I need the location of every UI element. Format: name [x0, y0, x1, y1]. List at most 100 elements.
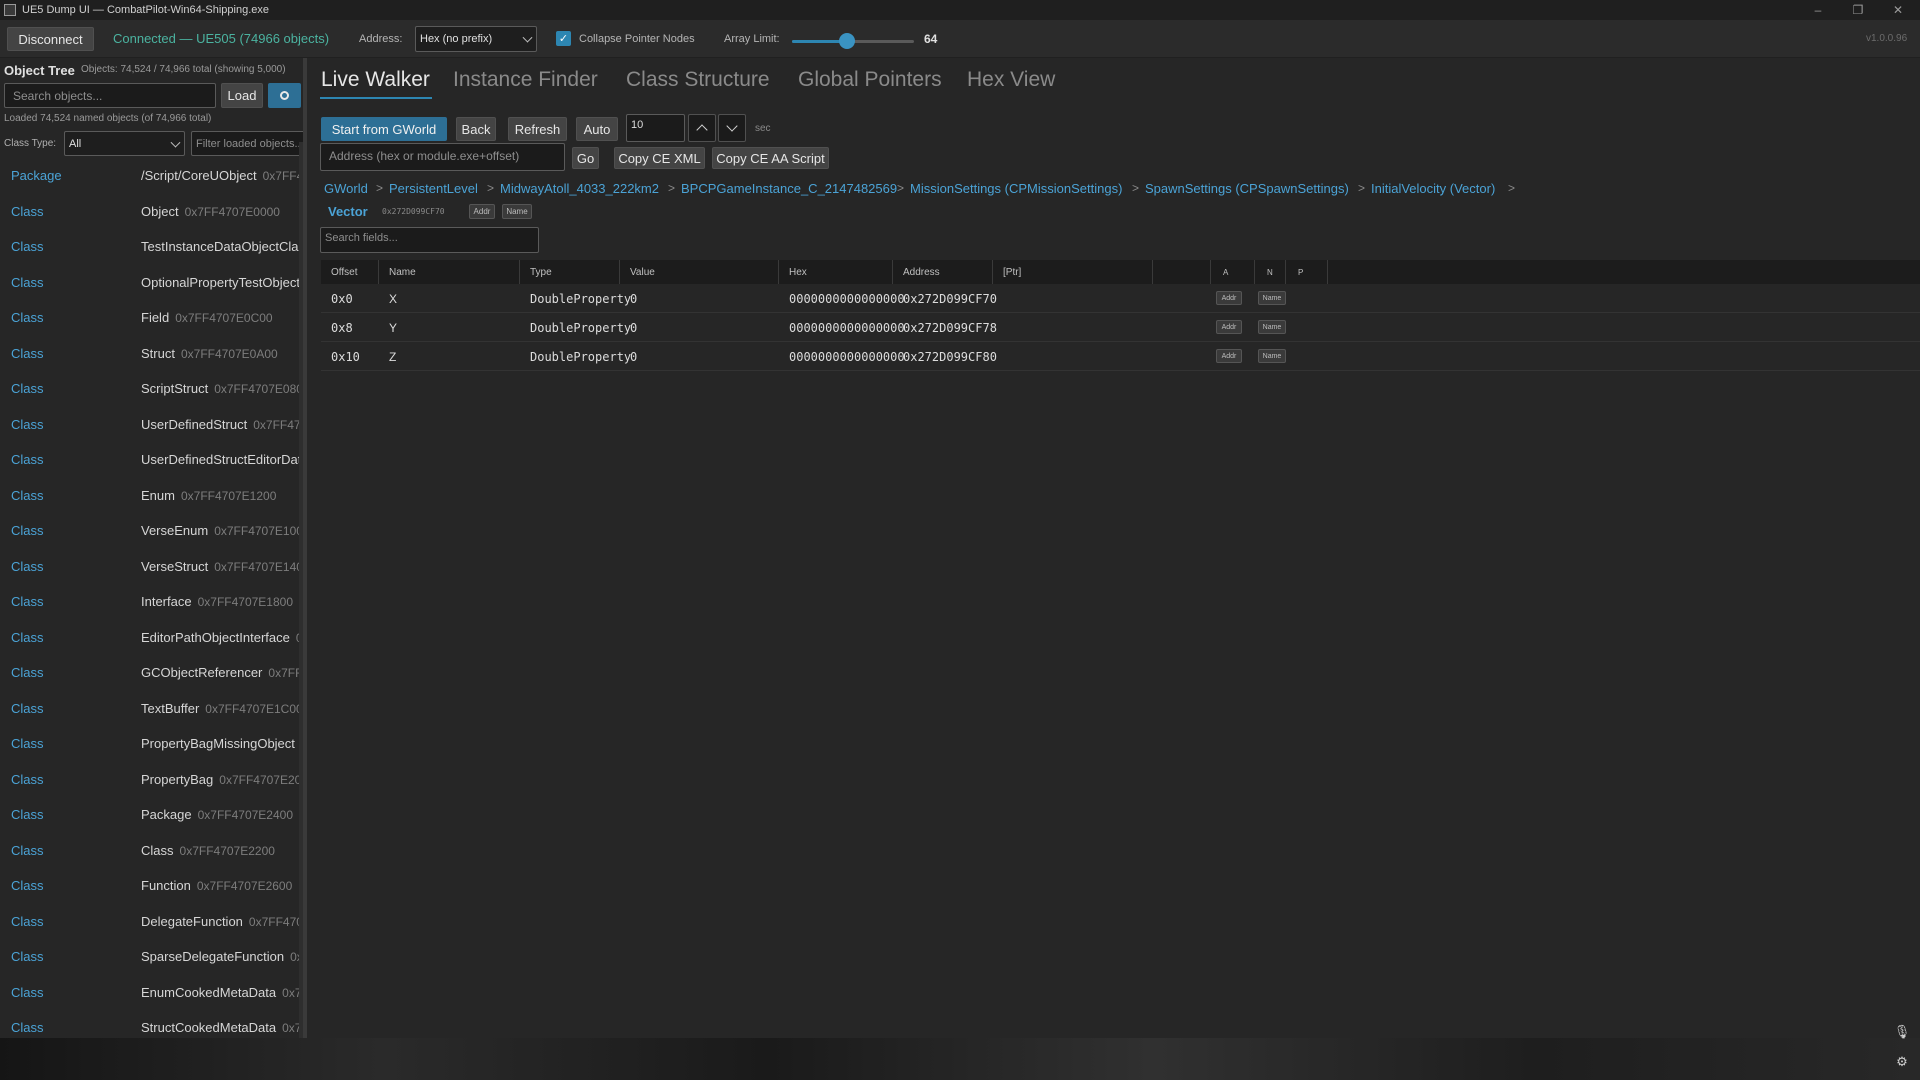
load-button[interactable]: Load	[221, 83, 263, 108]
back-button[interactable]: Back	[456, 117, 496, 141]
tree-row-name: VerseEnum 0x7FF4707E1000	[141, 523, 303, 538]
breadcrumb-item[interactable]: MissionSettings (CPMissionSettings)	[910, 181, 1122, 196]
microphone-icon[interactable]: 🎙	[1894, 1024, 1911, 1040]
table-row[interactable]: 0x10 Z DoubleProperty 0 0000000000000000 0x27…	[321, 342, 1920, 371]
tree-row-name: EnumCookedMetaData 0x7	[141, 985, 302, 1000]
tab-global-pointers[interactable]: Global Pointers	[798, 68, 942, 92]
tree-row[interactable]: Class SparseDelegateFunction 0x	[0, 939, 303, 974]
address-input[interactable]: Address (hex or module.exe+offset)	[320, 143, 565, 171]
column-header[interactable]: Address	[893, 260, 993, 284]
column-header[interactable]: A	[1211, 260, 1255, 284]
column-header[interactable]: Hex	[779, 260, 893, 284]
tree-row[interactable]: Class GCObjectReferencer 0x7FF4	[0, 655, 303, 690]
maximize-icon[interactable]: ❐	[1838, 0, 1878, 20]
tree-row[interactable]: Class TextBuffer 0x7FF4707E1C00	[0, 691, 303, 726]
column-header[interactable]: Value	[620, 260, 779, 284]
tree-row[interactable]: Class TestInstanceDataObjectClass	[0, 229, 303, 264]
tree-row[interactable]: Class EnumCookedMetaData 0x7	[0, 975, 303, 1010]
copy-ce-aa-script-button[interactable]: Copy CE AA Script	[712, 147, 829, 169]
tree-row[interactable]: Class Function 0x7FF4707E2600	[0, 868, 303, 903]
tree-row[interactable]: Class EditorPathObjectInterface0	[0, 620, 303, 655]
tree-row[interactable]: Class OptionalPropertyTestObject	[0, 265, 303, 300]
tab-instance-finder[interactable]: Instance Finder	[453, 68, 598, 92]
disconnect-button[interactable]: Disconnect	[7, 27, 94, 51]
tree-row[interactable]: Class StructCookedMetaData 0x7	[0, 1010, 303, 1038]
refresh-button[interactable]: Refresh	[508, 117, 567, 141]
tree-row-address: 0x7FF4707E0C00	[175, 311, 273, 325]
close-icon[interactable]: ✕	[1878, 0, 1918, 20]
row-name-button[interactable]: Name	[1258, 349, 1286, 363]
breadcrumb-item[interactable]: PersistentLevel	[389, 181, 478, 196]
auto-button[interactable]: Auto	[576, 117, 618, 141]
breadcrumb-separator: >	[1508, 181, 1516, 195]
tree-row-name-text: StructCookedMetaData	[141, 1020, 277, 1035]
tree-row[interactable]: Class UserDefinedStructEditorData	[0, 442, 303, 477]
tab-live-walker[interactable]: Live Walker	[321, 68, 430, 92]
column-header[interactable]: Offset	[321, 260, 379, 284]
tree-row[interactable]: Class PropertyBagMissingObject	[0, 726, 303, 761]
breadcrumb-item[interactable]: InitialVelocity (Vector)	[1371, 181, 1495, 196]
tab-class-structure[interactable]: Class Structure	[626, 68, 770, 92]
column-header[interactable]	[1153, 260, 1211, 284]
tree-row[interactable]: Class Field 0x7FF4707E0C00	[0, 300, 303, 335]
tree-row-address: 0x7FF4707E1800	[197, 595, 293, 609]
row-addr-button[interactable]: Addr	[1216, 349, 1242, 363]
search-fields-input[interactable]: Search fields...	[320, 227, 539, 253]
tree-row[interactable]: Class ScriptStruct 0x7FF4707E0800	[0, 371, 303, 406]
tree-row[interactable]: Class Struct 0x7FF4707E0A00	[0, 336, 303, 371]
cell-offset: 0x8	[331, 320, 353, 335]
tree-row[interactable]: Class Package 0x7FF4707E2400	[0, 797, 303, 832]
table-row[interactable]: 0x8 Y DoubleProperty 0 0000000000000000 0x272…	[321, 313, 1920, 342]
tree-row-name-text: VerseEnum	[141, 523, 209, 538]
breadcrumb-item[interactable]: MidwayAtoll_4033_222km2	[500, 181, 659, 196]
tree-row[interactable]: Class DelegateFunction 0x7FF470	[0, 904, 303, 939]
column-header[interactable]: [Ptr]	[993, 260, 1153, 284]
interval-decrement-button[interactable]	[718, 114, 746, 142]
column-header[interactable]: N	[1255, 260, 1286, 284]
row-addr-button[interactable]: Addr	[1216, 320, 1242, 334]
tree-row[interactable]: Package/Script/CoreUObject 0x7FF4	[0, 158, 303, 193]
tree-scrollbar[interactable]	[299, 142, 303, 1038]
breadcrumb-item[interactable]: SpawnSettings (CPSpawnSettings)	[1145, 181, 1349, 196]
interval-input[interactable]: 10	[626, 114, 685, 142]
breadcrumb-item[interactable]: BPCPGameInstance_C_2147482569	[681, 181, 897, 196]
object-addr-button[interactable]: Addr	[469, 204, 495, 219]
tree-row[interactable]: Class Interface 0x7FF4707E1800	[0, 584, 303, 619]
class-type-select[interactable]: All	[64, 131, 185, 156]
tree-row[interactable]: Class VerseEnum 0x7FF4707E1000	[0, 513, 303, 548]
cell-value: 0	[630, 320, 638, 335]
column-header[interactable]: Type	[520, 260, 620, 284]
search-objects-input[interactable]: Search objects...	[4, 83, 216, 108]
column-header[interactable]: Name	[379, 260, 520, 284]
minimize-icon[interactable]: –	[1798, 0, 1838, 20]
filter-loaded-input[interactable]: Filter loaded objects...	[191, 131, 303, 156]
tree-row[interactable]: Class Object 0x7FF4707E0000	[0, 194, 303, 229]
tree-row[interactable]: Class UserDefinedStruct 0x7FF47	[0, 407, 303, 442]
tree-row[interactable]: Class Enum 0x7FF4707E1200	[0, 478, 303, 513]
tree-row[interactable]: Class Class 0x7FF4707E2200	[0, 833, 303, 868]
object-name-button[interactable]: Name	[502, 204, 532, 219]
tree-row-name: UserDefinedStruct 0x7FF47	[141, 417, 301, 432]
collapse-pointer-checkbox[interactable]: ✓	[556, 31, 571, 46]
breadcrumb-item[interactable]: GWorld	[324, 181, 368, 196]
search-button[interactable]	[268, 83, 301, 108]
go-button[interactable]: Go	[572, 147, 599, 169]
table-row[interactable]: 0x0 X DoubleProperty 0 0000000000000000 0x272…	[321, 284, 1920, 313]
tree-row-name-text: /Script/CoreUObject	[141, 168, 257, 183]
address-mode-select[interactable]: Hex (no prefix)	[415, 26, 537, 52]
tree-row[interactable]: Class PropertyBag 0x7FF4707E2000	[0, 762, 303, 797]
cell-value: 0	[630, 349, 638, 364]
tree-row-name-text: SparseDelegateFunction	[141, 949, 285, 964]
column-header[interactable]: P	[1286, 260, 1328, 284]
row-name-button[interactable]: Name	[1258, 320, 1286, 334]
copy-ce-xml-button[interactable]: Copy CE XML	[614, 147, 705, 169]
tree-row[interactable]: Class VerseStruct 0x7FF4707E1400	[0, 549, 303, 584]
row-addr-button[interactable]: Addr	[1216, 291, 1242, 305]
tab-hex-view[interactable]: Hex View	[967, 68, 1055, 92]
settings-icon[interactable]: ⚙	[1894, 1054, 1910, 1070]
interval-increment-button[interactable]	[688, 114, 716, 142]
start-from-gworld-button[interactable]: Start from GWorld	[321, 117, 447, 141]
array-limit-slider-thumb[interactable]	[838, 33, 855, 49]
active-tab-indicator	[320, 97, 432, 99]
row-name-button[interactable]: Name	[1258, 291, 1286, 305]
